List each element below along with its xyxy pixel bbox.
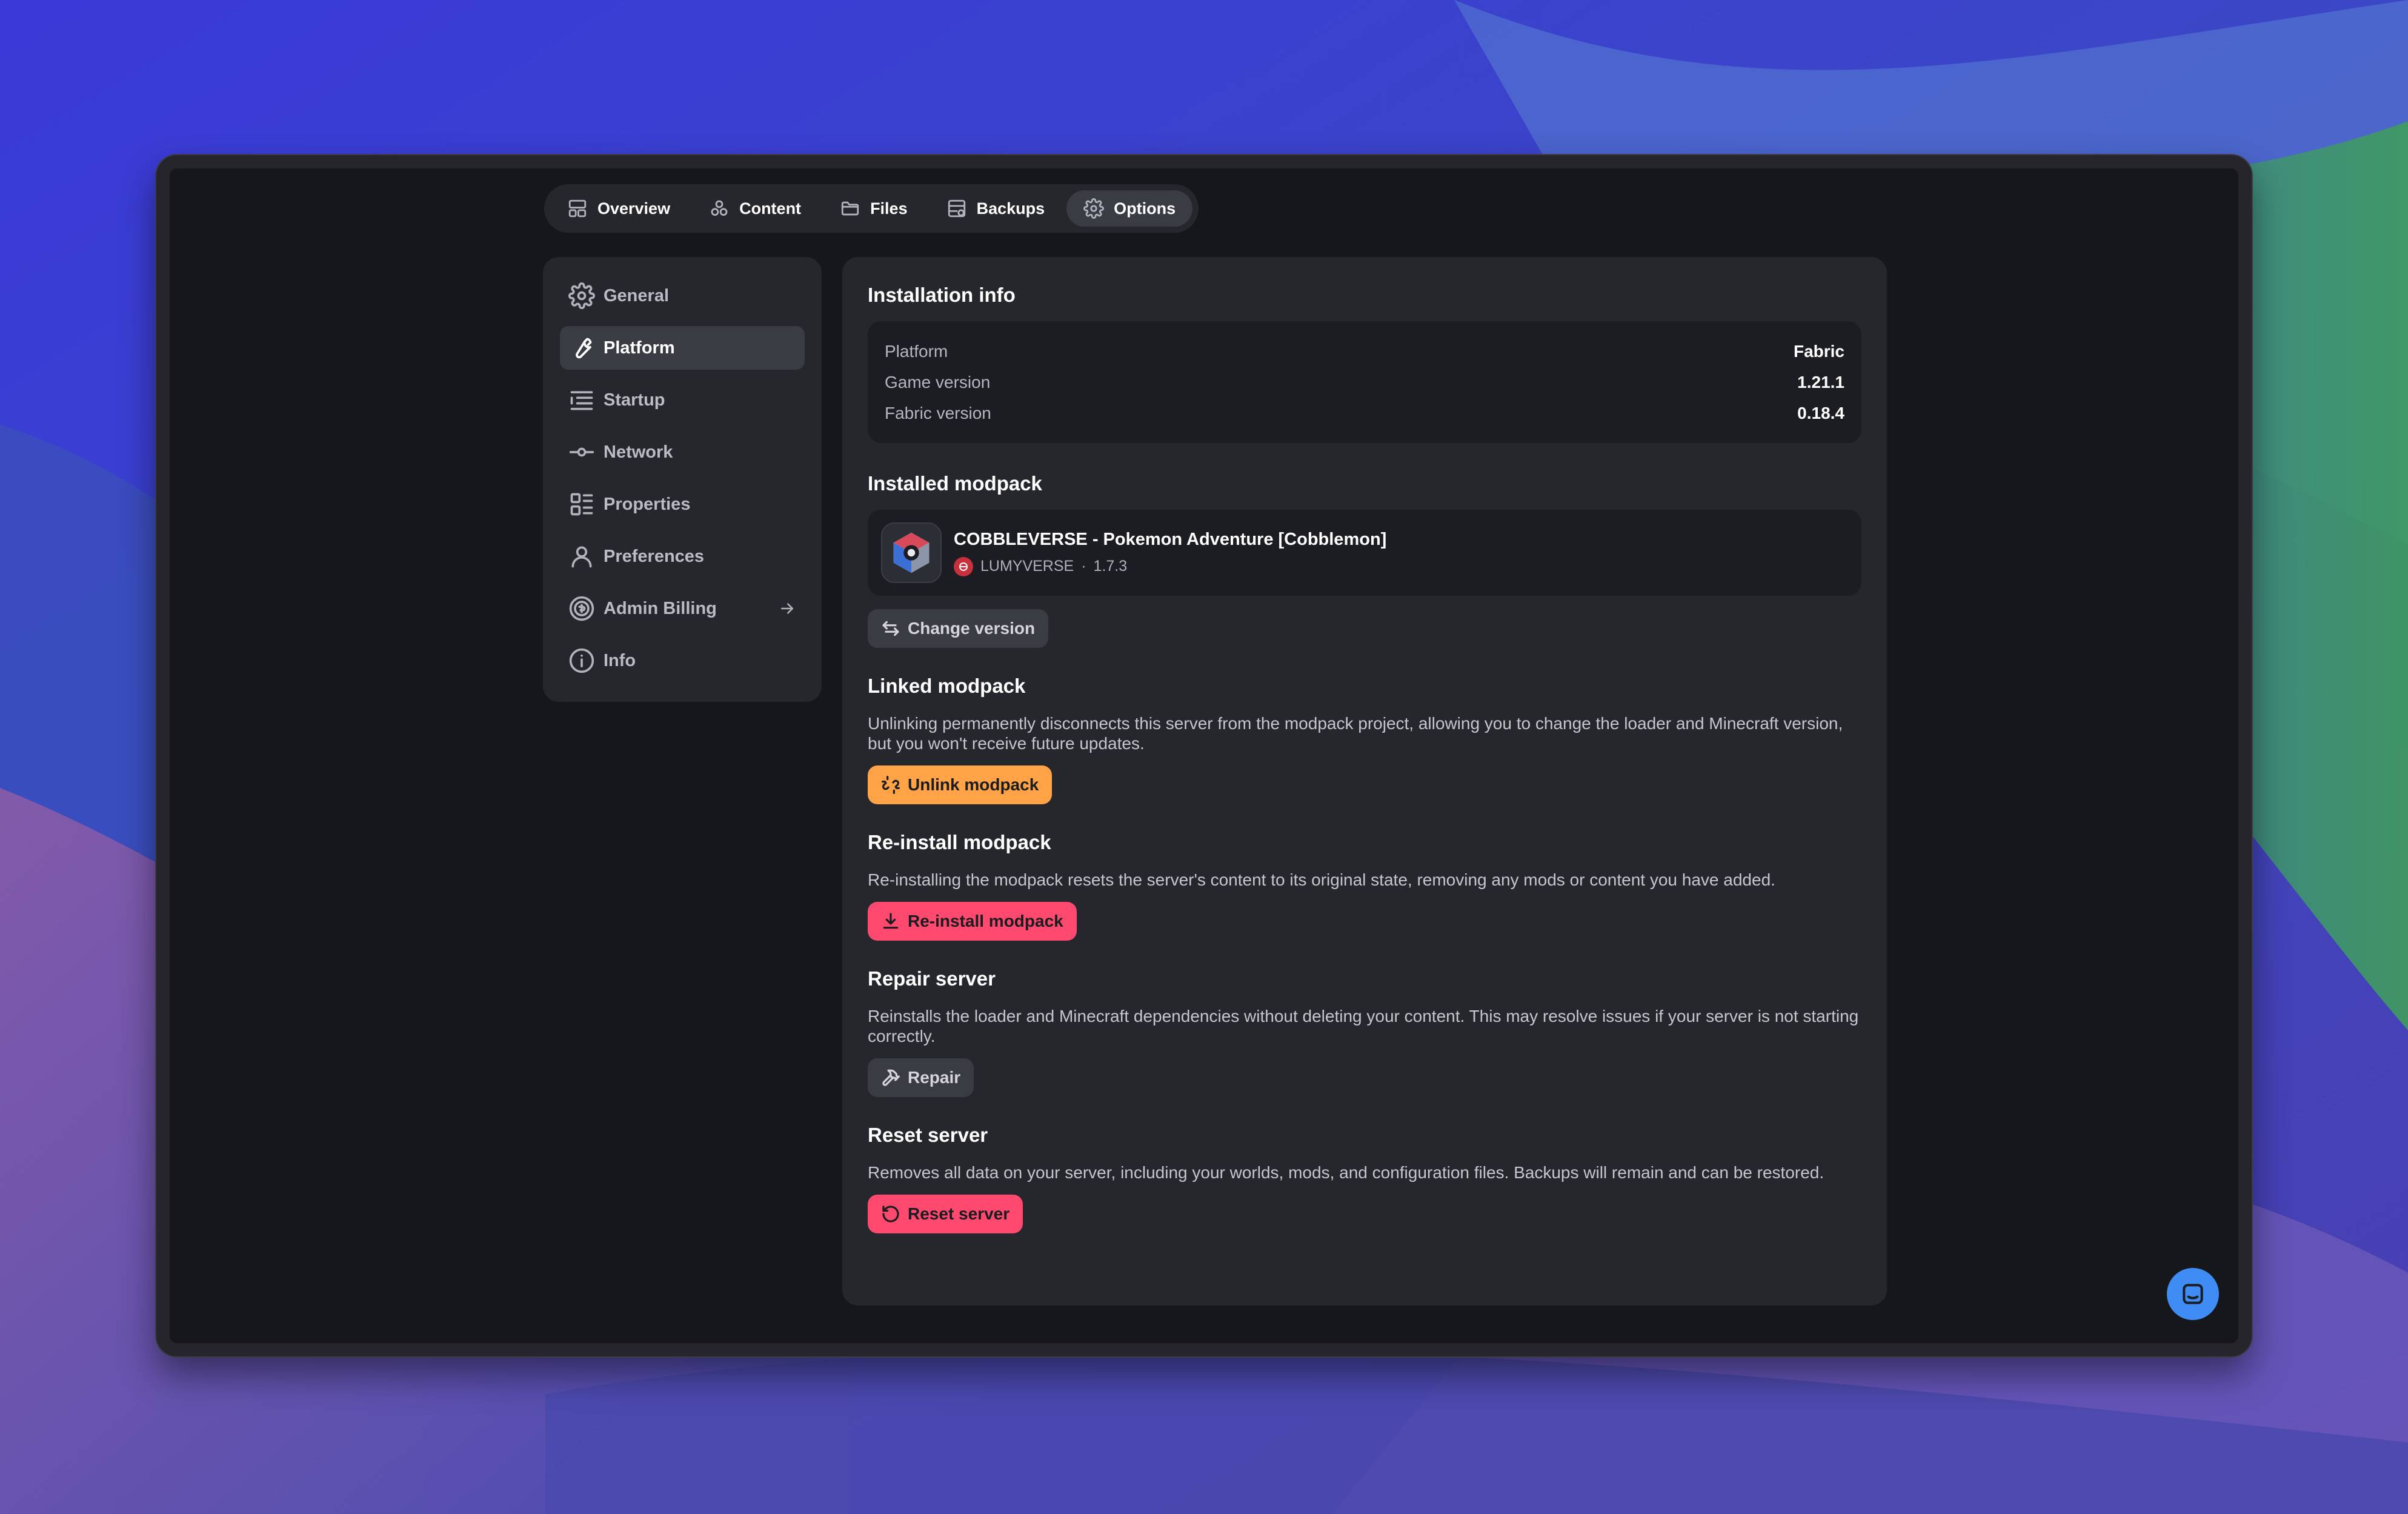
reinstall-modpack-description: Re-installing the modpack resets the ser… — [868, 870, 1775, 889]
info-value: 1.21.1 — [1797, 372, 1844, 392]
meta-separator: · — [1081, 558, 1086, 575]
user-icon — [571, 546, 592, 568]
sidebar-item-label: Startup — [604, 390, 665, 410]
gear-icon — [568, 282, 595, 309]
installation-info-box: Platform Fabric Game version 1.21.1 Fabr… — [868, 321, 1861, 443]
modpack-text: COBBLEVERSE - Pokemon Adventure [Cobblem… — [954, 530, 1386, 576]
info-key: Game version — [885, 372, 991, 392]
info-row-game-version: Game version 1.21.1 — [885, 367, 1844, 398]
sidebar-item-properties[interactable]: Properties — [560, 482, 805, 526]
reset-server-description: Removes all data on your server, includi… — [868, 1163, 1824, 1182]
info-key: Platform — [885, 341, 948, 361]
sidebar-item-network[interactable]: Network — [560, 430, 805, 474]
properties-icon — [570, 493, 593, 516]
sidebar-item-admin-billing[interactable]: Admin Billing — [560, 587, 805, 630]
info-value: 0.18.4 — [1797, 403, 1844, 422]
arrow-right-icon — [781, 603, 793, 614]
sidebar-item-label: General — [604, 285, 669, 305]
installation-info-title: Installation info — [868, 284, 1016, 306]
sidebar-item-startup[interactable]: Startup — [560, 378, 805, 422]
reset-icon — [882, 1206, 899, 1222]
sidebar-item-label: Admin Billing — [604, 598, 717, 618]
reset-server-title: Reset server — [868, 1124, 988, 1146]
chat-icon — [2183, 1284, 2203, 1304]
settings-sidebar: General Platform Startup Network Propert… — [543, 257, 822, 702]
unlink-icon — [882, 776, 900, 794]
button-label: Unlink modpack — [908, 775, 1039, 794]
installed-modpack-card[interactable]: COBBLEVERSE - Pokemon Adventure [Cobblem… — [868, 510, 1861, 596]
sidebar-item-label: Info — [604, 650, 636, 670]
info-row-platform: Platform Fabric — [885, 336, 1844, 367]
tab-label: Options — [1114, 199, 1176, 218]
tab-files[interactable]: Files — [823, 190, 925, 227]
button-label: Re-install modpack — [908, 912, 1063, 930]
tab-label: Files — [870, 199, 908, 218]
sidebar-item-label: Network — [604, 442, 673, 462]
download-icon — [883, 913, 899, 929]
overview-icon — [568, 199, 587, 218]
info-icon — [569, 648, 594, 673]
modpack-version: 1.7.3 — [1093, 558, 1128, 575]
list-icon — [570, 391, 593, 410]
button-label: Change version — [908, 619, 1036, 638]
backups-icon — [948, 199, 965, 218]
folder-icon — [841, 201, 859, 216]
gear-icon — [1083, 198, 1105, 219]
info-key: Fabric version — [885, 403, 991, 422]
repair-server-description: Reinstalls the loader and Minecraft depe… — [868, 1007, 1859, 1045]
tab-options[interactable]: Options — [1066, 190, 1193, 227]
reinstall-modpack-title: Re-install modpack — [868, 831, 1051, 853]
button-label: Repair — [908, 1068, 961, 1087]
info-value: Fabric — [1793, 341, 1844, 361]
info-row-fabric-version: Fabric version 0.18.4 — [885, 398, 1844, 429]
hammer-icon — [882, 1069, 900, 1086]
sidebar-item-preferences[interactable]: Preferences — [560, 535, 805, 578]
reset-server-button[interactable]: Reset server — [868, 1195, 1023, 1233]
linked-modpack-description: Unlinking permanently disconnects this s… — [868, 714, 1843, 753]
top-nav: Overview Content Files Backups Options — [544, 184, 1199, 233]
tab-label: Backups — [976, 199, 1045, 218]
unlink-modpack-button[interactable]: Unlink modpack — [868, 765, 1053, 804]
sidebar-item-general[interactable]: General — [560, 274, 805, 318]
sidebar-item-label: Platform — [604, 338, 675, 358]
change-version-button[interactable]: Change version — [868, 609, 1049, 648]
sidebar-item-info[interactable]: Info — [560, 639, 805, 682]
linked-modpack-title: Linked modpack — [868, 675, 1026, 697]
sidebar-item-platform[interactable]: Platform — [560, 326, 805, 370]
tab-label: Overview — [597, 199, 671, 218]
tab-backups[interactable]: Backups — [930, 190, 1062, 227]
wrench-icon — [576, 338, 592, 359]
repair-server-title: Repair server — [868, 967, 996, 990]
repair-button[interactable]: Repair — [868, 1058, 974, 1097]
tab-content[interactable]: Content — [692, 190, 818, 227]
installed-modpack-title: Installed modpack — [868, 472, 1042, 495]
content-area: Overview Content Files Backups Options G… — [170, 168, 2238, 1343]
tab-overview[interactable]: Overview — [550, 190, 687, 227]
platform-panel: Installation info Platform Fabric Game v… — [842, 257, 1887, 1306]
sidebar-item-label: Properties — [604, 494, 691, 514]
button-label: Reset server — [908, 1204, 1010, 1223]
sidebar-item-label: Preferences — [604, 546, 705, 566]
content-icon — [711, 200, 728, 216]
app-window: Overview Content Files Backups Options G… — [156, 155, 2252, 1356]
chat-support-button[interactable] — [2167, 1268, 2219, 1320]
billing-icon — [569, 596, 594, 621]
author-avatar-icon — [954, 556, 973, 576]
reinstall-modpack-button[interactable]: Re-install modpack — [868, 902, 1077, 941]
swap-icon — [882, 621, 899, 636]
modpack-logo-icon — [881, 522, 942, 583]
modpack-author[interactable]: LUMYVERSE — [980, 558, 1074, 575]
network-icon — [569, 447, 594, 457]
modpack-name: COBBLEVERSE - Pokemon Adventure [Cobblem… — [954, 529, 1387, 549]
tab-label: Content — [739, 199, 802, 218]
modpack-meta: LUMYVERSE · 1.7.3 — [954, 556, 1386, 576]
